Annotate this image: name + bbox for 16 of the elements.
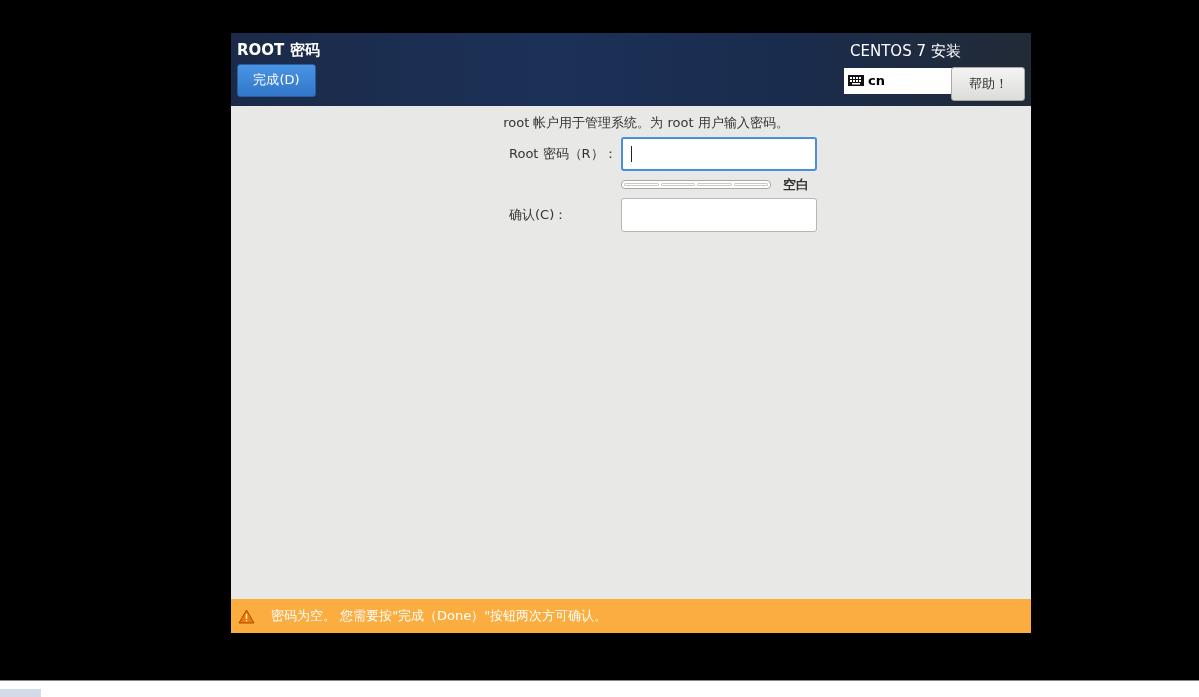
warning-text: 密码为空。 您需要按"完成（Done）"按钮两次方可确认。	[271, 607, 608, 626]
text-cursor	[631, 145, 632, 162]
warning-icon	[238, 608, 255, 624]
intro-text: root 帐户用于管理系统。为 root 用户输入密码。	[502, 114, 789, 132]
product-title: CENTOS 7 安装	[849, 41, 962, 62]
page-title: ROOT 密码	[237, 40, 320, 61]
field-label: 确认(C)：	[509, 206, 569, 225]
strength-label: 空白	[783, 175, 809, 194]
field-label: Root 密码（R）：	[509, 144, 618, 163]
done-button[interactable]: 完成(D)	[237, 63, 316, 97]
keyboard-icon	[848, 75, 864, 86]
help-button[interactable]: 帮助！	[951, 66, 1025, 101]
password-field[interactable]	[621, 198, 817, 232]
password-field[interactable]	[621, 136, 817, 171]
keyboard-layout-indicator[interactable]: cn	[844, 67, 952, 94]
layout-code: cn	[868, 71, 885, 90]
